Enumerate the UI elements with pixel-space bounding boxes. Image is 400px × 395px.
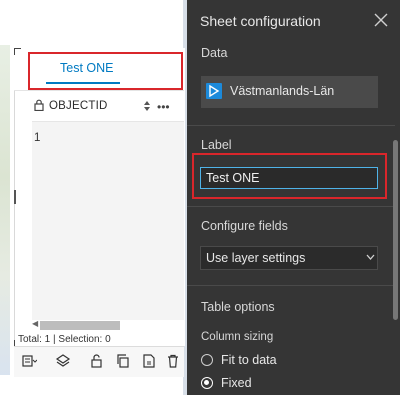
layers-icon[interactable]: [54, 352, 72, 370]
resize-handle[interactable]: [14, 190, 16, 204]
label-highlight-box: [192, 153, 387, 199]
fixed-label[interactable]: Fixed: [221, 376, 252, 390]
map-background: [0, 45, 10, 375]
section-divider: [187, 285, 395, 286]
scroll-left-icon[interactable]: ◀: [32, 319, 38, 328]
copy-icon[interactable]: [114, 352, 132, 370]
unlock-icon[interactable]: [88, 352, 106, 370]
table-body: [32, 122, 184, 320]
feature-layer-icon: [206, 83, 222, 99]
map-layers-icon[interactable]: [20, 352, 38, 370]
close-icon[interactable]: [374, 13, 388, 27]
column-header-objectid[interactable]: OBJECTID: [49, 100, 107, 112]
lock-icon: [34, 99, 44, 111]
export-csv-icon[interactable]: [140, 352, 158, 370]
fit-to-data-radio[interactable]: [201, 354, 213, 366]
column-sizing-label: Column sizing: [201, 331, 274, 343]
sort-icon[interactable]: [143, 100, 151, 112]
section-divider: [187, 206, 395, 207]
section-divider: [187, 125, 395, 126]
table-cell[interactable]: 1: [34, 132, 40, 144]
record-status: Total: 1 | Selection: 0: [18, 334, 111, 345]
horizontal-scrollbar[interactable]: [40, 321, 120, 330]
label-section-heading: Label: [201, 138, 232, 152]
configure-fields-heading: Configure fields: [201, 219, 288, 233]
configure-fields-value: Use layer settings: [206, 251, 306, 265]
data-source-name: Västmanlands-Län: [230, 84, 335, 98]
delete-icon[interactable]: [164, 352, 182, 370]
resize-corner-icon[interactable]: [14, 48, 21, 55]
more-options-icon[interactable]: •••: [157, 100, 170, 114]
fixed-radio[interactable]: [201, 377, 213, 389]
table-options-heading: Table options: [201, 300, 275, 314]
data-section-heading: Data: [201, 46, 228, 60]
chevron-down-icon: [366, 254, 375, 260]
fit-to-data-label[interactable]: Fit to data: [221, 353, 277, 367]
tab-highlight-box: [28, 52, 183, 90]
panel-scrollbar[interactable]: [393, 140, 398, 320]
panel-title: Sheet configuration: [200, 13, 321, 29]
